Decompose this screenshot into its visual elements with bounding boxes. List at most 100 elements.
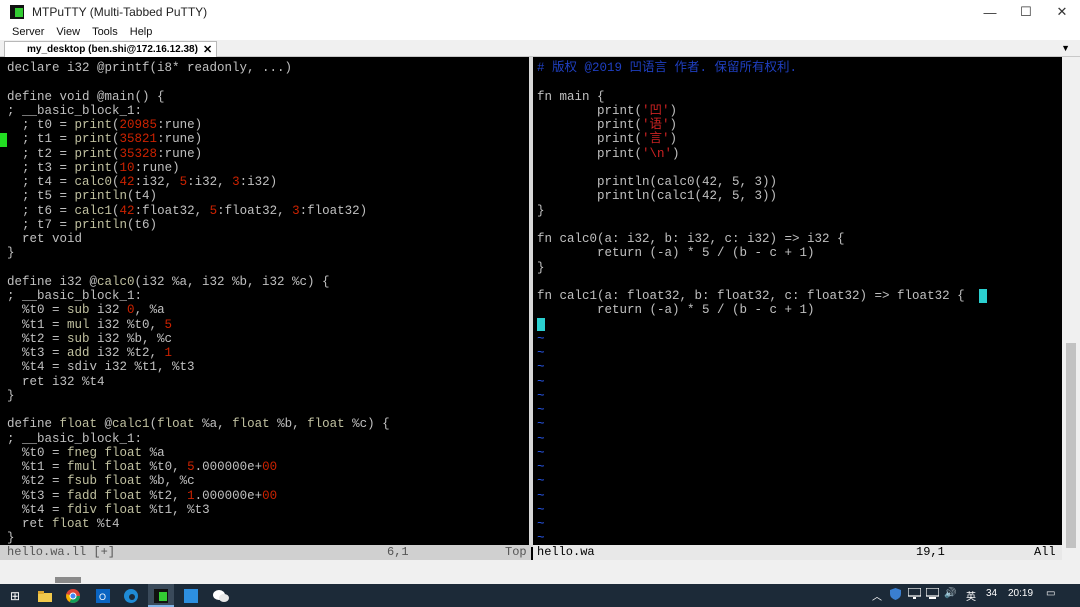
window-controls: — ☐ ✕	[972, 0, 1080, 24]
left-code-line: ; t5 = println(t4)	[7, 189, 158, 204]
left-pane-cursor	[0, 133, 7, 147]
session-tab[interactable]: my_desktop (ben.shi@172.16.12.38) ✕	[4, 41, 218, 57]
title-bar: MTPuTTY (Multi-Tabbed PuTTY) — ☐ ✕	[0, 0, 1080, 24]
right-code-line: fn calc1(a: float32, b: float32, c: floa…	[537, 289, 965, 303]
tab-close-icon[interactable]: ✕	[203, 43, 212, 56]
tab-label: my_desktop (ben.shi@172.16.12.38)	[27, 44, 198, 55]
tab-list-dropdown-icon[interactable]: ▼	[1061, 43, 1070, 53]
right-code-line: fn calc0(a: i32, b: i32, c: i32) => i32 …	[537, 232, 845, 246]
notification-center-icon[interactable]: ▭	[1046, 588, 1055, 599]
right-code-line: ~	[537, 374, 545, 389]
right-code-line: ~	[537, 360, 545, 375]
right-code-line: return (-a) * 5 / (b - c + 1)	[537, 303, 815, 318]
left-code-line: ; t1 = print(35821:rune)	[7, 132, 203, 147]
scrollbar-thumb[interactable]	[1066, 343, 1076, 548]
menu-bar: Server View Tools Help	[0, 24, 1080, 40]
right-code-line: }	[537, 203, 545, 218]
left-code-line: %t2 = sub i32 %b, %c	[7, 331, 173, 346]
tray-display-icon[interactable]	[907, 587, 922, 602]
wechat-icon[interactable]	[212, 587, 230, 605]
right-code-line: ~	[537, 474, 545, 489]
menu-help[interactable]: Help	[130, 26, 153, 38]
left-code-line: }	[7, 246, 15, 261]
tray-ime-indicator[interactable]: 英	[966, 588, 976, 603]
chrome-icon[interactable]	[64, 587, 82, 605]
mtputty-taskbar-icon[interactable]	[152, 587, 170, 605]
left-code-line: ; t4 = calc0(42:i32, 5:i32, 3:i32)	[7, 175, 278, 189]
left-code-line	[7, 403, 15, 417]
left-code-line: %t0 = fneg float %a	[7, 445, 165, 460]
left-code-line: %t0 = sub i32 0, %a	[7, 303, 165, 318]
left-status-position: 6,1	[387, 545, 409, 559]
left-code-line	[7, 261, 15, 275]
right-pane-cursor	[537, 318, 545, 331]
start-icon[interactable]: ⊞	[6, 587, 24, 605]
edge-icon[interactable]	[122, 587, 140, 605]
file-explorer-icon[interactable]	[36, 587, 54, 605]
left-status-line: hello.wa.ll [+] 6,1 Top	[0, 545, 531, 560]
minimize-button[interactable]: —	[972, 0, 1008, 24]
right-code-line: ~	[537, 445, 545, 460]
tray-volume-icon[interactable]: 🔊	[944, 588, 956, 599]
window-bottom-strip	[0, 560, 1080, 584]
vertical-scrollbar[interactable]	[1062, 57, 1080, 560]
menu-view[interactable]: View	[56, 26, 80, 38]
left-code-line: define void @main() {	[7, 89, 165, 104]
taskbar-clock[interactable]: 20:19	[1008, 588, 1033, 599]
right-code-line: ~	[537, 403, 545, 417]
windows-taskbar: ⊞ O ︿ 🔊 英 34 20:19 ▭	[0, 584, 1080, 607]
tray-defender-icon[interactable]	[890, 588, 901, 603]
left-code-line: ; __basic_block_1:	[7, 289, 143, 303]
left-code-line: ; __basic_block_1:	[7, 103, 143, 118]
right-code-line: ~	[537, 517, 545, 531]
vertical-split-separator[interactable]	[529, 57, 533, 547]
right-code-line: fn main {	[537, 89, 605, 104]
close-button[interactable]: ✕	[1044, 0, 1080, 24]
right-code-line: print('凹')	[537, 103, 678, 118]
right-code-line: # 版权 @2019 凹语言 作者. 保留所有权利.	[537, 61, 798, 75]
left-code-line: ; t6 = calc1(42:float32, 5:float32, 3:fl…	[7, 203, 368, 218]
right-code-line: return (-a) * 5 / (b - c + 1)	[537, 246, 815, 261]
right-code-line: ~	[537, 431, 545, 446]
tray-temperature[interactable]: 34	[986, 588, 997, 599]
left-code-line: ret i32 %t4	[7, 374, 105, 389]
right-pane-cursor-marker	[979, 289, 987, 303]
maximize-button[interactable]: ☐	[1008, 0, 1044, 24]
menu-server[interactable]: Server	[12, 26, 44, 38]
terminal-area[interactable]: declare i32 @printf(i8* readonly, ...) d…	[0, 57, 1062, 560]
window-title: MTPuTTY (Multi-Tabbed PuTTY)	[32, 5, 208, 19]
horizontal-scroll-thumb[interactable]	[55, 577, 81, 583]
right-code-line	[537, 75, 545, 89]
right-code-line: ~	[537, 502, 545, 517]
svg-text:O: O	[99, 592, 106, 602]
tray-network-icon[interactable]	[925, 587, 940, 602]
right-code-line: ~	[537, 460, 545, 474]
right-status-scroll: All	[1034, 545, 1056, 559]
menu-tools[interactable]: Tools	[92, 26, 118, 38]
left-code-line: }	[7, 388, 15, 403]
left-code-line: ; t3 = print(10:rune)	[7, 160, 180, 175]
right-code-line: print('言')	[537, 132, 678, 147]
app-icon[interactable]	[182, 587, 200, 605]
right-code-line: }	[537, 260, 545, 275]
right-code-line	[537, 275, 545, 289]
right-code-line	[537, 218, 545, 232]
outlook-icon[interactable]: O	[94, 587, 112, 605]
right-status-position: 19,1	[916, 545, 945, 559]
left-code-line: %t2 = fsub float %b, %c	[7, 474, 195, 489]
left-code-line: ; __basic_block_1:	[7, 431, 143, 446]
left-code-line: ret float %t4	[7, 517, 120, 531]
left-code-line: %t3 = fadd float %t2, 1.000000e+00	[7, 488, 278, 503]
left-code-line: %t3 = add i32 %t2, 1	[7, 346, 173, 360]
right-code-line: ~	[537, 388, 545, 403]
right-code-line: print('\n')	[537, 146, 680, 161]
left-code-line: %t4 = fdiv float %t1, %t3	[7, 502, 210, 517]
right-code-line: print('语')	[537, 118, 678, 132]
left-code-line: ; t7 = println(t6)	[7, 217, 158, 232]
left-code-line: ret void	[7, 232, 83, 246]
left-code-line: ; t0 = print(20985:rune)	[7, 118, 203, 132]
left-code-line: declare i32 @printf(i8* readonly, ...)	[7, 61, 293, 75]
tab-bar: my_desktop (ben.shi@172.16.12.38) ✕ ▼	[0, 40, 1080, 57]
left-vim-pane[interactable]: declare i32 @printf(i8* readonly, ...) d…	[7, 57, 527, 545]
tray-overflow-icon[interactable]: ︿	[872, 588, 882, 603]
